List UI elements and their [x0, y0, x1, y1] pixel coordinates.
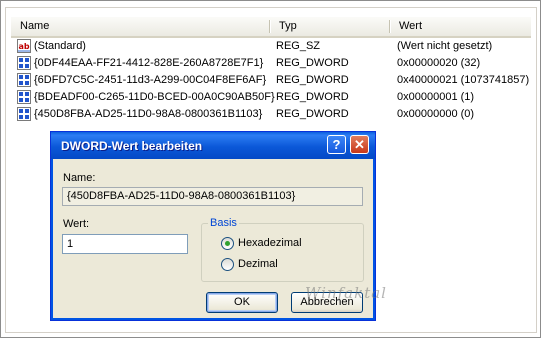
list-header: Name Typ Wert — [11, 17, 531, 38]
close-button[interactable]: ✕ — [350, 135, 369, 154]
decimal-radio-label[interactable]: Dezimal — [238, 258, 278, 270]
binary-value-icon — [17, 56, 31, 70]
svg-text:ab: ab — [19, 42, 30, 51]
name-field: {450D8FBA-AD25-11D0-98A8-0800361B1103} — [62, 187, 363, 206]
row-value: 0x00000001 (1) — [397, 91, 475, 103]
column-header-value[interactable]: Wert — [390, 17, 531, 36]
dialog-title: DWORD-Wert bearbeiten — [61, 139, 203, 153]
row-name: {450D8FBA-AD25-11D0-98A8-0800361B1103} — [34, 108, 263, 120]
ok-button[interactable]: OK — [206, 292, 278, 313]
binary-value-icon — [17, 73, 31, 87]
help-button[interactable]: ? — [327, 135, 346, 154]
row-name: {0DF44EAA-FF21-4412-828E-260A8728E7F1} — [34, 57, 264, 69]
name-label: Name: — [63, 172, 96, 184]
name-field-value: {450D8FBA-AD25-11D0-98A8-0800361B1103} — [67, 190, 296, 202]
row-value: 0x00000020 (32) — [397, 57, 481, 69]
base-group: Basis Hexadezimal Dezimal — [201, 217, 364, 282]
row-name: {BDEADF00-C265-11D0-BCED-00A0C90AB50F} — [34, 91, 275, 103]
row-value: 0x00000000 (0) — [397, 108, 475, 120]
value-label: Wert: — [63, 218, 90, 230]
string-value-icon: ab — [17, 39, 31, 53]
decimal-radio[interactable] — [221, 258, 234, 271]
dialog-title-bar[interactable]: DWORD-Wert bearbeiten ? ✕ — [51, 132, 375, 159]
row-value: (Wert nicht gesetzt) — [397, 40, 493, 52]
column-header-name[interactable]: Name — [11, 17, 270, 36]
radio-selected-dot — [225, 241, 230, 246]
help-icon: ? — [332, 137, 341, 152]
column-header-type[interactable]: Typ — [270, 17, 390, 36]
row-type: REG_SZ — [276, 40, 321, 52]
row-name: {6DFD7C5C-2451-11d3-A299-00C04F8EF6AF} — [34, 74, 267, 86]
list-row-2[interactable]: {6DFD7C5C-2451-11d3-A299-00C04F8EF6AF} R… — [11, 72, 531, 89]
list-row-4[interactable]: {450D8FBA-AD25-11D0-98A8-0800361B1103} R… — [11, 106, 531, 123]
close-icon: ✕ — [354, 137, 365, 152]
row-type: REG_DWORD — [276, 91, 349, 103]
row-value: 0x40000021 (1073741857) — [397, 74, 530, 86]
hex-radio[interactable] — [221, 237, 234, 250]
list-row-3[interactable]: {BDEADF00-C265-11D0-BCED-00A0C90AB50F} R… — [11, 89, 531, 106]
row-type: REG_DWORD — [276, 74, 349, 86]
value-input[interactable] — [62, 234, 188, 254]
hex-radio-label[interactable]: Hexadezimal — [238, 237, 302, 249]
row-name: (Standard) — [34, 40, 86, 52]
list-row-0[interactable]: ab (Standard) REG_SZ (Wert nicht gesetzt… — [11, 38, 531, 55]
base-group-title: Basis — [208, 217, 239, 229]
row-type: REG_DWORD — [276, 108, 349, 120]
list-row-1[interactable]: {0DF44EAA-FF21-4412-828E-260A8728E7F1} R… — [11, 55, 531, 72]
binary-value-icon — [17, 90, 31, 104]
watermark: Winfaktal — [305, 284, 387, 302]
binary-value-icon — [17, 107, 31, 121]
row-type: REG_DWORD — [276, 57, 349, 69]
